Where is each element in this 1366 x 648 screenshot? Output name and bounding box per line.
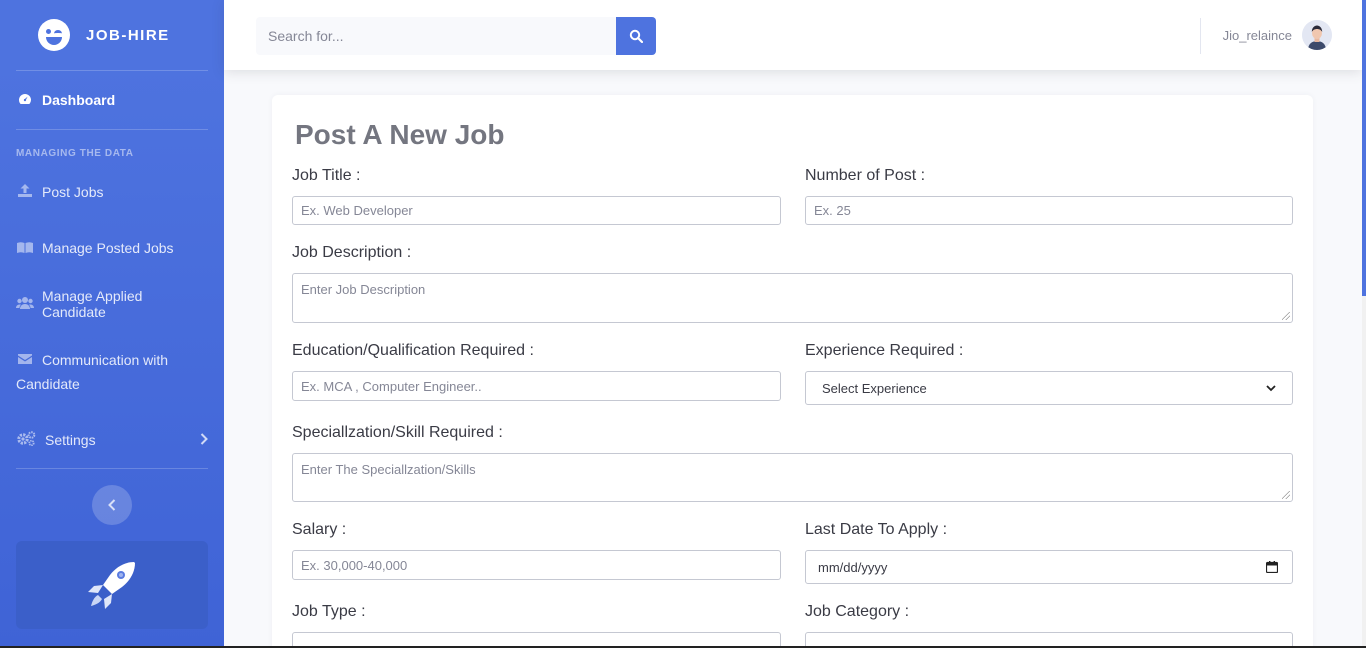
sidebar-item-label: Dashboard [42, 92, 116, 108]
sidebar-card [16, 541, 208, 629]
description-textarea[interactable] [292, 273, 1293, 323]
job-category-label: Job Category : [805, 603, 910, 620]
sidebar-item-manage-posted-jobs[interactable]: Manage Posted Jobs [0, 220, 224, 276]
topbar: Jio_relaince [224, 0, 1362, 70]
education-label: Education/Qualification Required : [292, 342, 534, 359]
post-job-card: Post A New Job Job Title : Number of Pos… [272, 95, 1313, 648]
last-date-value: mm/dd/yyyy [818, 559, 888, 575]
smile-logo-icon [38, 19, 70, 51]
sidebar-item-label: Settings [45, 432, 96, 448]
salary-label: Salary : [292, 521, 347, 538]
sidebar-item-label: Communication with [42, 352, 169, 368]
sidebar-item-label: Manage Applied Candidate [42, 288, 143, 320]
avatar [1302, 20, 1332, 50]
resize-grip-icon[interactable] [1282, 312, 1290, 320]
salary-input[interactable] [292, 550, 781, 580]
book-icon [16, 241, 34, 256]
search-input[interactable] [256, 17, 616, 55]
experience-selected: Select Experience [822, 380, 927, 396]
user-menu[interactable]: Jio_relaince [1223, 20, 1332, 50]
sidebar-item-label: Manage Posted Jobs [42, 240, 174, 256]
skills-label: Speciallzation/Skill Required : [292, 424, 503, 441]
topbar-divider [1200, 18, 1201, 54]
sidebar: JOB-HIRE Dashboard MANAGING THE DATA Pos… [0, 0, 224, 648]
description-label: Job Description : [292, 244, 412, 261]
sidebar-item-settings[interactable]: Settings [0, 412, 224, 468]
sidebar-divider [16, 468, 208, 469]
user-avatar-icon [1302, 20, 1332, 50]
job-type-label: Job Type : [292, 603, 366, 620]
sidebar-heading: MANAGING THE DATA [16, 148, 134, 159]
sidebar-item-label: Post Jobs [42, 184, 104, 200]
job-title-label: Job Title : [292, 167, 361, 184]
chevron-right-icon [200, 432, 208, 448]
users-icon [16, 296, 34, 312]
experience-label: Experience Required : [805, 342, 964, 359]
envelope-icon [16, 348, 34, 372]
scrollbar-thumb[interactable] [1362, 0, 1366, 296]
education-input[interactable] [292, 371, 781, 401]
sidebar-item-dashboard[interactable]: Dashboard [0, 71, 224, 129]
resize-grip-icon[interactable] [1282, 491, 1290, 499]
page-title: Post A New Job [295, 119, 505, 150]
last-date-input[interactable]: mm/dd/yyyy [805, 550, 1293, 584]
num-post-label: Number of Post : [805, 167, 926, 184]
sidebar-item-label-line2: Candidate [16, 376, 80, 392]
page-scrollbar[interactable] [1362, 0, 1366, 648]
rocket-icon [88, 562, 135, 609]
search-bar [256, 17, 656, 55]
experience-select[interactable]: Select Experience [805, 371, 1293, 405]
sidebar-item-manage-applied-candidate[interactable]: Manage Applied Candidate [0, 276, 224, 332]
skills-textarea[interactable] [292, 453, 1293, 502]
chevron-left-icon [108, 499, 116, 511]
search-button[interactable] [616, 17, 656, 55]
last-date-label: Last Date To Apply : [805, 521, 948, 538]
job-title-input[interactable] [292, 196, 781, 225]
calendar-icon[interactable] [1266, 561, 1278, 573]
brand-name: JOB-HIRE [86, 26, 170, 44]
sidebar-toggle-button[interactable] [92, 485, 132, 525]
search-icon [629, 29, 643, 43]
cogs-icon [16, 431, 37, 449]
user-name: Jio_relaince [1222, 27, 1292, 43]
tachometer-icon [16, 93, 34, 108]
upload-icon [16, 184, 34, 200]
chevron-down-icon [1266, 384, 1276, 391]
brand[interactable]: JOB-HIRE [0, 0, 224, 70]
sidebar-item-communication[interactable]: Communication with Candidate [0, 332, 224, 412]
num-post-input[interactable] [805, 196, 1293, 225]
sidebar-item-post-jobs[interactable]: Post Jobs [0, 164, 224, 220]
